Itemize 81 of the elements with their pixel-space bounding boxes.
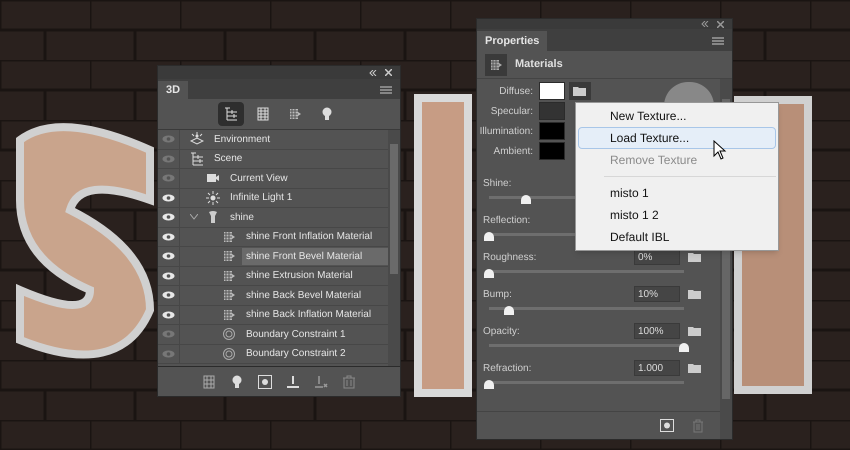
layer-item[interactable]: Infinite Light 1 bbox=[226, 189, 388, 206]
menu-icon[interactable] bbox=[712, 37, 724, 45]
color-swatch[interactable] bbox=[539, 82, 565, 100]
sun-icon bbox=[206, 190, 220, 205]
layer-item[interactable]: shine Back Bevel Material bbox=[242, 286, 388, 304]
material-icon bbox=[222, 268, 236, 283]
color-swatch[interactable] bbox=[539, 122, 565, 140]
new-object-icon[interactable] bbox=[258, 374, 272, 388]
texture-folder-button[interactable] bbox=[569, 82, 591, 100]
texture-folder-button[interactable] bbox=[688, 287, 704, 301]
layer-item[interactable]: Environment bbox=[210, 130, 388, 148]
layer-item[interactable]: shine Extrusion Material bbox=[242, 267, 388, 284]
layer-item[interactable]: shine Back Inflation Material bbox=[242, 306, 388, 324]
slider-thumb[interactable] bbox=[484, 380, 494, 389]
folder-icon bbox=[688, 362, 702, 374]
folder-icon bbox=[573, 85, 587, 97]
slider-thumb[interactable] bbox=[484, 232, 494, 241]
slider-label: Opacity: bbox=[483, 324, 520, 338]
slider-label: Bump: bbox=[483, 288, 512, 302]
slider-label: Roughness: bbox=[483, 250, 536, 264]
menu-item[interactable]: misto 1 bbox=[578, 182, 776, 204]
property-label: Specular: bbox=[490, 104, 534, 118]
slider-thumb[interactable] bbox=[679, 343, 689, 352]
close-icon[interactable] bbox=[717, 20, 724, 28]
slider-label: Shine: bbox=[483, 176, 512, 190]
slider-label: Reflection: bbox=[483, 214, 530, 228]
pin-icon bbox=[206, 210, 220, 224]
scene-tree-icon bbox=[190, 152, 204, 166]
light-bulb-icon[interactable] bbox=[230, 374, 244, 388]
material-icon bbox=[222, 288, 236, 302]
menu-item[interactable]: misto 1 2 bbox=[578, 204, 776, 226]
slider-label: Refraction: bbox=[483, 362, 532, 376]
property-label: Diffuse: bbox=[498, 84, 534, 98]
layer-item[interactable]: Boundary Constraint 2 bbox=[242, 345, 388, 362]
expand-caret-icon[interactable] bbox=[190, 214, 198, 220]
value-field[interactable]: 1.000 bbox=[634, 360, 680, 376]
3d-tab[interactable]: 3D bbox=[158, 81, 188, 99]
menu-icon[interactable] bbox=[380, 86, 392, 94]
color-swatch[interactable] bbox=[539, 142, 565, 160]
ring-icon bbox=[222, 327, 236, 342]
mesh-icon[interactable] bbox=[202, 374, 216, 388]
material-icon bbox=[222, 249, 236, 264]
property-label: Ambient: bbox=[492, 144, 534, 158]
slider-thumb[interactable] bbox=[504, 306, 514, 315]
environment-icon bbox=[190, 132, 204, 146]
layer-item[interactable]: shine Front Inflation Material bbox=[242, 228, 388, 246]
light-bulb-icon bbox=[320, 107, 334, 121]
scene-tree-filter-button[interactable] bbox=[218, 102, 244, 126]
texture-folder-button[interactable] bbox=[688, 361, 704, 375]
layer-item[interactable]: Boundary Constraint 1 bbox=[242, 326, 388, 343]
scroll-bar[interactable] bbox=[388, 130, 400, 366]
slider-thumb[interactable] bbox=[521, 195, 532, 204]
menu-item[interactable]: Load Texture... bbox=[578, 127, 776, 149]
close-icon[interactable] bbox=[385, 69, 392, 76]
folder-icon bbox=[688, 288, 702, 300]
ring-icon bbox=[222, 346, 236, 361]
layer-item[interactable]: Scene bbox=[210, 150, 388, 168]
folder-icon bbox=[688, 325, 702, 337]
value-field[interactable]: 10% bbox=[634, 286, 680, 302]
layer-item[interactable]: shine Front Bevel Material bbox=[242, 248, 388, 265]
mesh-icon bbox=[256, 107, 270, 121]
property-label: Illumination: bbox=[478, 124, 534, 138]
new-material-icon[interactable] bbox=[660, 419, 674, 432]
mouse-cursor-icon bbox=[713, 140, 727, 160]
material-icon bbox=[222, 230, 236, 244]
slider-thumb[interactable] bbox=[484, 269, 494, 278]
collapse-icon[interactable] bbox=[701, 21, 709, 27]
material-icon bbox=[288, 107, 302, 121]
layer-item[interactable]: Current View bbox=[226, 170, 388, 187]
layer-item[interactable]: shine bbox=[226, 208, 388, 226]
menu-item[interactable]: Default IBL bbox=[578, 226, 776, 248]
section-title: Materials bbox=[515, 57, 563, 72]
collapse-icon[interactable] bbox=[369, 70, 377, 76]
material-icon bbox=[222, 308, 236, 322]
value-field[interactable]: 100% bbox=[634, 323, 680, 339]
materials-icon bbox=[485, 54, 507, 76]
properties-tab[interactable]: Properties bbox=[477, 31, 548, 51]
color-swatch[interactable] bbox=[539, 102, 565, 120]
texture-folder-button[interactable] bbox=[688, 324, 704, 338]
scene-tree-icon bbox=[224, 107, 238, 121]
menu-item[interactable]: New Texture... bbox=[578, 105, 776, 127]
